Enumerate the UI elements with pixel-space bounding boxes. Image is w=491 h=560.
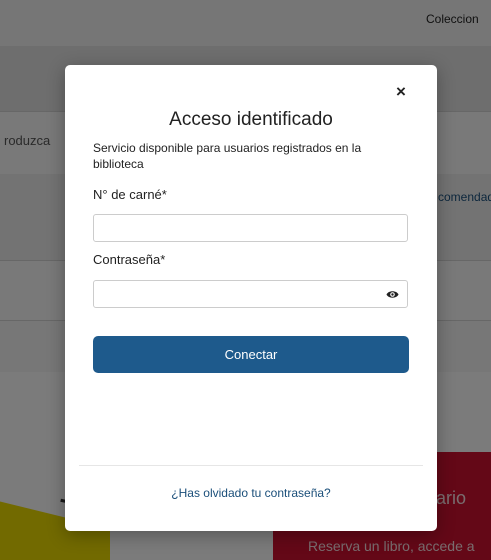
password-label: Contraseña* (93, 252, 166, 267)
card-number-input[interactable] (93, 214, 408, 242)
footer-divider (79, 465, 423, 466)
password-input[interactable] (93, 280, 408, 308)
modal-subtitle: Servicio disponible para usuarios regist… (93, 141, 362, 171)
card-number-label: N° de carné* (93, 187, 167, 202)
modal-title: Acceso identificado (169, 109, 333, 130)
eye-icon[interactable] (386, 289, 399, 300)
login-modal: × Acceso identificado Servicio disponibl… (65, 65, 437, 531)
close-icon[interactable]: × (391, 82, 411, 102)
connect-button[interactable]: Conectar (93, 336, 409, 373)
forgot-password-link[interactable]: ¿Has olvidado tu contraseña? (65, 486, 437, 500)
